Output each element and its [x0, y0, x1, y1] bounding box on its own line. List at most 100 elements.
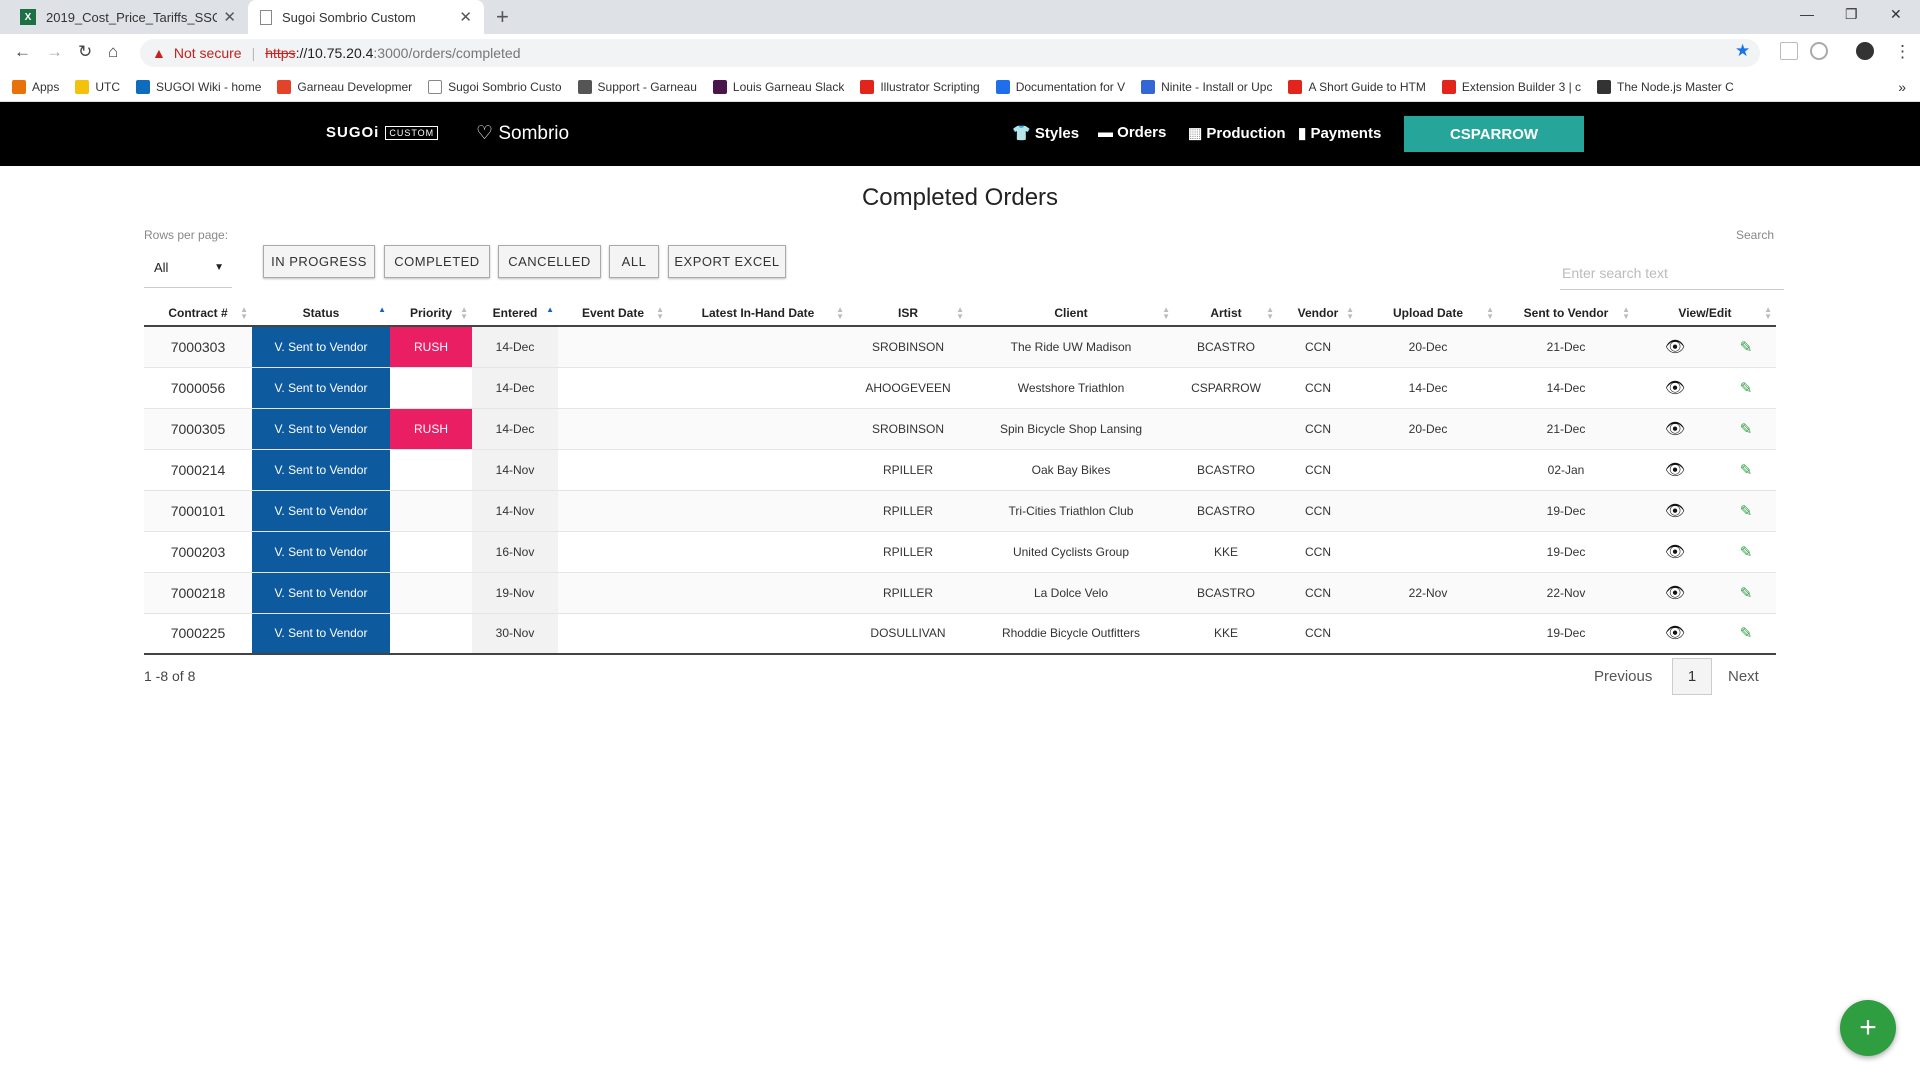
sort-icon[interactable]: ▲: [546, 306, 554, 314]
extension-icon[interactable]: [1780, 42, 1798, 60]
close-tab-icon[interactable]: ✕: [223, 8, 236, 26]
bookmark-item[interactable]: The Node.js Master C: [1597, 79, 1734, 94]
column-header[interactable]: Sent to Vendor ▲ ▼: [1498, 300, 1634, 327]
tab-excel-file[interactable]: X 2019_Cost_Price_Tariffs_SSOT.xlsx ✕: [8, 0, 248, 34]
column-header[interactable]: Vendor ▲ ▼: [1278, 300, 1358, 327]
view-eye-icon[interactable]: 👁: [1665, 583, 1685, 603]
bookmark-item[interactable]: A Short Guide to HTM: [1288, 79, 1426, 94]
menu-icon[interactable]: ⋮: [1894, 42, 1911, 62]
maximize-button[interactable]: ❐: [1845, 6, 1858, 23]
sort-icon[interactable]: ▲ ▼: [1162, 306, 1170, 321]
sugoi-logo[interactable]: SUGOi CUSTOM: [326, 124, 439, 141]
column-header[interactable]: Artist ▲ ▼: [1174, 300, 1278, 327]
edit-pencil-icon[interactable]: ✎: [1740, 461, 1753, 479]
search-input[interactable]: [1560, 256, 1784, 290]
page-number-button[interactable]: 1: [1672, 658, 1712, 695]
bookmark-item[interactable]: Garneau Developmer: [277, 79, 412, 94]
edit-pencil-icon[interactable]: ✎: [1740, 502, 1753, 520]
back-icon[interactable]: ←: [14, 42, 31, 62]
bookmark-item[interactable]: Support - Garneau: [577, 79, 697, 94]
column-header[interactable]: View/Edit ▲ ▼: [1634, 300, 1776, 327]
sort-icon[interactable]: ▲ ▼: [956, 306, 964, 321]
nav-payments[interactable]: ▮ Payments: [1298, 124, 1381, 142]
edit-pencil-icon[interactable]: ✎: [1740, 624, 1753, 642]
bookmarks-more-icon[interactable]: »: [1898, 79, 1906, 95]
table-row[interactable]: 7000056 V. Sent to Vendor 14-Dec AHOOGEVEEN…: [144, 367, 1776, 409]
forward-icon[interactable]: →: [46, 42, 63, 62]
edit-pencil-icon[interactable]: ✎: [1740, 338, 1753, 356]
nav-production[interactable]: ▦ Production: [1188, 124, 1286, 142]
edit-pencil-icon[interactable]: ✎: [1740, 420, 1753, 438]
view-eye-icon[interactable]: 👁: [1665, 623, 1685, 643]
view-eye-icon[interactable]: 👁: [1665, 378, 1685, 398]
table-row[interactable]: 7000303 V. Sent to Vendor RUSH 14-Dec SROBIN…: [144, 326, 1776, 368]
bookmark-item[interactable]: Illustrator Scripting: [860, 79, 980, 94]
column-header[interactable]: Upload Date ▲ ▼: [1358, 300, 1498, 327]
profile-avatar[interactable]: [1856, 42, 1874, 60]
rows-per-page-select[interactable]: All ▼: [144, 248, 232, 288]
bookmark-item[interactable]: Apps: [12, 79, 59, 94]
view-eye-icon[interactable]: 👁: [1665, 460, 1685, 480]
view-eye-icon[interactable]: 👁: [1665, 501, 1685, 521]
close-tab-icon[interactable]: ✕: [459, 8, 472, 26]
filter-cancelled-button[interactable]: CANCELLED: [498, 245, 601, 278]
table-row[interactable]: 7000203 V. Sent to Vendor 16-Nov RPILLER Uni…: [144, 531, 1776, 573]
column-header[interactable]: Status ▲: [252, 300, 390, 327]
column-header[interactable]: Contract # ▲ ▼: [144, 300, 252, 327]
table-row[interactable]: 7000305 V. Sent to Vendor RUSH 14-Dec SROBIN…: [144, 408, 1776, 450]
bookmark-item[interactable]: Sugoi Sombrio Custo: [428, 79, 562, 94]
column-header[interactable]: ISR ▲ ▼: [848, 300, 968, 327]
nav-styles[interactable]: 👕 Styles: [1012, 124, 1079, 142]
security-status[interactable]: Not secure: [174, 45, 242, 61]
sort-icon[interactable]: ▲ ▼: [1346, 306, 1354, 321]
bookmark-item[interactable]: Documentation for V: [995, 79, 1125, 94]
filter-in-progress-button[interactable]: IN PROGRESS: [263, 245, 375, 278]
bookmark-item[interactable]: UTC: [75, 79, 120, 94]
bookmark-item[interactable]: Extension Builder 3 | c: [1441, 79, 1581, 94]
previous-page-button[interactable]: Previous: [1594, 668, 1652, 685]
sort-icon[interactable]: ▲ ▼: [836, 306, 844, 321]
column-header[interactable]: Latest In-Hand Date ▲ ▼: [668, 300, 848, 327]
sort-icon[interactable]: ▲: [378, 306, 386, 314]
address-bar[interactable]: ▲ Not secure | https://10.75.20.4:3000/o…: [140, 39, 1760, 67]
reload-icon[interactable]: ↻: [78, 42, 92, 62]
extension-icon[interactable]: [1810, 42, 1828, 60]
view-eye-icon[interactable]: 👁: [1665, 542, 1685, 562]
sort-icon[interactable]: ▲ ▼: [1486, 306, 1494, 321]
sombrio-logo[interactable]: ♡ Sombrio: [476, 122, 569, 145]
sort-icon[interactable]: ▲ ▼: [1622, 306, 1630, 321]
sort-icon[interactable]: ▲ ▼: [1266, 306, 1274, 321]
user-button[interactable]: CSPARROW: [1404, 116, 1584, 152]
close-window-button[interactable]: ✕: [1890, 6, 1902, 23]
view-eye-icon[interactable]: 👁: [1665, 419, 1685, 439]
sort-icon[interactable]: ▲ ▼: [1764, 306, 1772, 321]
column-header[interactable]: Entered ▲: [472, 300, 558, 327]
tab-sugoi-sombrio[interactable]: Sugoi Sombrio Custom ✕: [248, 0, 484, 34]
column-header[interactable]: Client ▲ ▼: [968, 300, 1174, 327]
sort-icon[interactable]: ▲ ▼: [656, 306, 664, 321]
minimize-button[interactable]: —: [1800, 6, 1814, 22]
table-row[interactable]: 7000101 V. Sent to Vendor 14-Nov RPILLER Tri…: [144, 490, 1776, 532]
sort-icon[interactable]: ▲ ▼: [460, 306, 468, 321]
table-row[interactable]: 7000214 V. Sent to Vendor 14-Nov RPILLER Oak…: [144, 449, 1776, 491]
edit-pencil-icon[interactable]: ✎: [1740, 584, 1753, 602]
export-excel-button[interactable]: EXPORT EXCEL: [668, 245, 786, 278]
home-icon[interactable]: ⌂: [108, 42, 118, 62]
bookmark-item[interactable]: Ninite - Install or Upc: [1141, 79, 1272, 94]
table-row[interactable]: 7000218 V. Sent to Vendor 19-Nov RPILLER La …: [144, 572, 1776, 614]
filter-all-button[interactable]: ALL: [609, 245, 659, 278]
column-header[interactable]: Event Date ▲ ▼: [558, 300, 668, 327]
nav-orders[interactable]: ▬ Orders: [1098, 124, 1166, 141]
next-page-button[interactable]: Next: [1728, 668, 1759, 685]
add-order-button[interactable]: +: [1840, 1000, 1896, 1056]
view-eye-icon[interactable]: 👁: [1665, 337, 1685, 357]
filter-completed-button[interactable]: COMPLETED: [384, 245, 490, 278]
edit-pencil-icon[interactable]: ✎: [1740, 543, 1753, 561]
edit-pencil-icon[interactable]: ✎: [1740, 379, 1753, 397]
bookmark-item[interactable]: Louis Garneau Slack: [712, 79, 844, 94]
sort-icon[interactable]: ▲ ▼: [240, 306, 248, 321]
column-header[interactable]: Priority ▲ ▼: [390, 300, 472, 327]
new-tab-button[interactable]: +: [496, 4, 509, 30]
bookmark-star-icon[interactable]: ★: [1735, 41, 1750, 61]
table-row[interactable]: 7000225 V. Sent to Vendor 30-Nov DOSULLIVAN…: [144, 613, 1776, 655]
